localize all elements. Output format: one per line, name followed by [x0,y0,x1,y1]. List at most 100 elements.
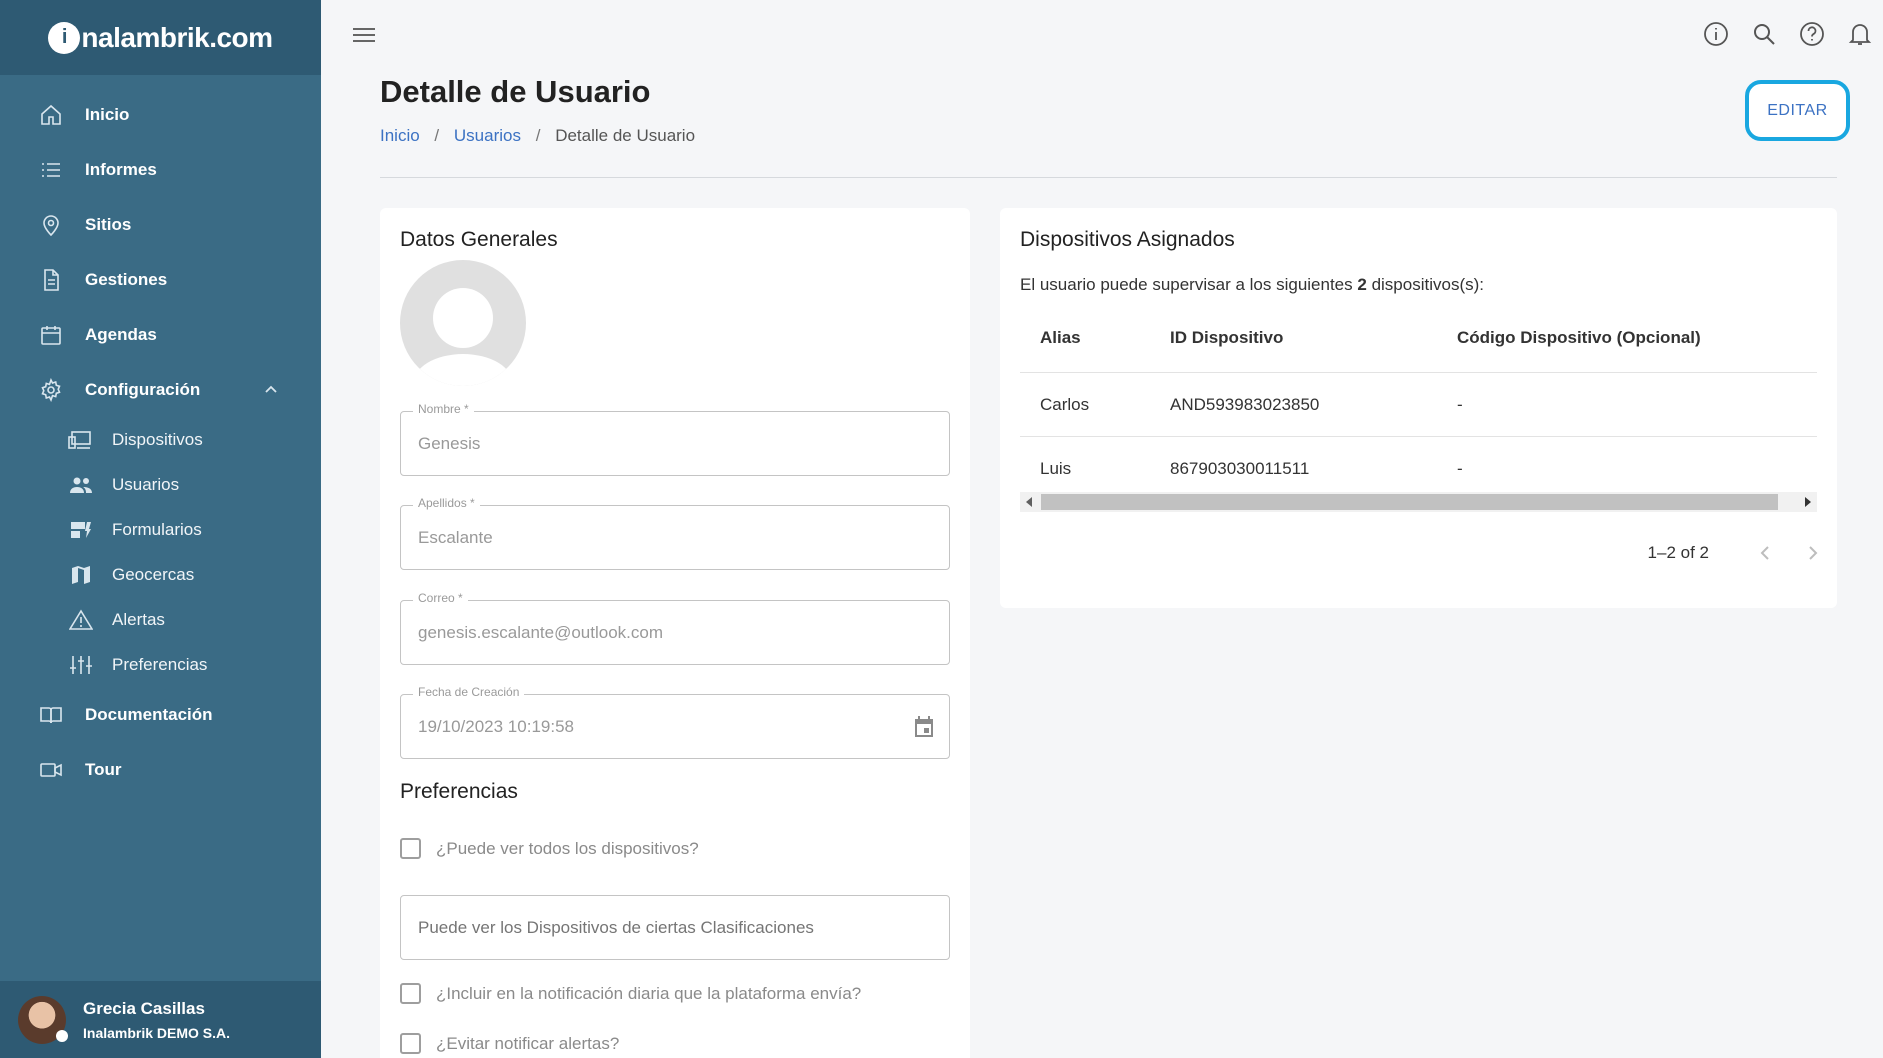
breadcrumb-separator: / [535,126,541,145]
sidebar-subitem-dispositivos[interactable]: Dispositivos [0,417,321,462]
table-row[interactable]: Carlos AND593983023850 - [1020,373,1817,437]
sidebar-subitem-preferencias[interactable]: Preferencias [0,642,321,687]
user-info: Grecia Casillas Inalambrik DEMO S.A. [83,999,230,1041]
fecha-creacion-label: Fecha de Creación [413,685,525,699]
apellidos-input[interactable] [418,528,898,548]
breadcrumb-usuarios[interactable]: Usuarios [454,126,521,145]
general-data-title: Datos Generales [400,228,558,251]
sidebar-item-inicio[interactable]: Inicio [0,87,321,142]
daily-notification-label: ¿Incluir en la notificación diaria que l… [436,983,862,1003]
cell-device-code: - [1457,458,1463,478]
avatar-head [433,288,493,348]
nombre-input[interactable] [418,434,898,454]
page-title: Detalle de Usuario [380,74,651,109]
topbar [321,0,1883,70]
table-header-row: Alias ID Dispositivo Código Dispositivo … [1020,303,1817,373]
logo-mark: i [48,21,81,54]
scrollbar-thumb[interactable] [1041,494,1778,510]
map-icon [68,563,94,587]
classifications-field[interactable] [400,895,950,960]
next-page-button[interactable] [1789,533,1837,573]
sidebar-item-label: Tour [85,759,122,779]
correo-label: Correo * [413,591,468,605]
chevron-right-icon [1809,546,1818,560]
sidebar-subitem-label: Usuarios [112,474,180,494]
sidebar-item-label: Agendas [85,324,157,344]
sidebar-item-label: Informes [85,159,157,179]
sidebar-item-tour[interactable]: Tour [0,742,321,797]
daily-notification-checkbox-row[interactable]: ¿Incluir en la notificación diaria que l… [400,983,861,1004]
breadcrumb-inicio[interactable]: Inicio [380,126,420,145]
calendar-icon [38,322,64,348]
sidebar-subitem-label: Preferencias [112,654,208,674]
horizontal-scrollbar[interactable] [1020,492,1817,512]
assigned-devices-description: El usuario puede supervisar a los siguie… [1020,275,1484,295]
header-divider [380,177,1837,178]
apellidos-field[interactable]: Apellidos * [400,496,950,570]
people-icon [68,473,94,497]
general-data-card: Datos Generales Nombre * Apellidos * Cor… [380,208,970,1058]
column-header-alias[interactable]: Alias [1020,328,1170,348]
document-icon [38,267,64,293]
pagination: 1–2 of 2 [1648,533,1837,573]
dynamic-form-icon [68,518,94,542]
apellidos-label: Apellidos * [413,496,480,510]
hamburger-menu-icon[interactable] [351,22,377,48]
all-devices-label: ¿Puede ver todos los dispositivos? [436,838,699,858]
search-icon[interactable] [1751,20,1777,48]
bell-icon[interactable] [1847,20,1873,48]
sidebar-nav: Inicio Informes Sitios Gestiones Agendas [0,75,321,797]
sidebar-item-configuracion[interactable]: Configuración [0,362,321,417]
info-icon[interactable] [1703,20,1729,48]
device-count: 2 [1357,275,1367,294]
sidebar-subitem-alertas[interactable]: Alertas [0,597,321,642]
edit-button[interactable]: EDITAR [1745,80,1850,141]
description-text: El usuario puede supervisar a los siguie… [1020,275,1358,294]
scroll-right-arrow-icon[interactable] [1805,497,1811,507]
daily-notification-checkbox[interactable] [400,983,421,1004]
avatar [18,995,68,1044]
sidebar-item-label: Gestiones [85,269,168,289]
column-header-id[interactable]: ID Dispositivo [1170,328,1457,348]
prev-page-button[interactable] [1741,533,1789,573]
assigned-devices-title: Dispositivos Asignados [1020,228,1235,251]
all-devices-checkbox[interactable] [400,838,421,859]
logo[interactable]: i nalambrik.com [48,21,273,54]
sidebar-subitem-label: Geocercas [112,564,195,584]
cell-device-id: AND593983023850 [1170,394,1320,414]
classifications-input[interactable] [418,918,898,938]
list-icon [38,157,64,183]
chevron-up-icon[interactable] [263,382,279,398]
sidebar-item-informes[interactable]: Informes [0,142,321,197]
fecha-creacion-field[interactable]: Fecha de Creación [400,685,950,759]
profile-picture [400,260,526,386]
column-header-code[interactable]: Código Dispositivo (Opcional) [1457,328,1817,348]
warning-icon [68,608,94,632]
fecha-creacion-input[interactable] [418,717,898,737]
sidebar-item-sitios[interactable]: Sitios [0,197,321,252]
correo-field[interactable]: Correo * [400,591,950,665]
sidebar-item-label: Sitios [85,214,132,234]
calendar-icon[interactable] [911,714,937,740]
user-profile[interactable]: Grecia Casillas Inalambrik DEMO S.A. [0,981,321,1058]
sliders-icon [68,653,94,677]
correo-input[interactable] [418,623,898,643]
sidebar-item-agendas[interactable]: Agendas [0,307,321,362]
cell-device-id: 867903030011511 [1170,458,1310,478]
sidebar-item-gestiones[interactable]: Gestiones [0,252,321,307]
nombre-field[interactable]: Nombre * [400,402,950,476]
scroll-left-arrow-icon[interactable] [1026,497,1032,507]
video-camera-icon [38,757,64,783]
all-devices-checkbox-row[interactable]: ¿Puede ver todos los dispositivos? [400,838,699,859]
sidebar-subitem-usuarios[interactable]: Usuarios [0,462,321,507]
sidebar-subitem-geocercas[interactable]: Geocercas [0,552,321,597]
sidebar-subitem-formularios[interactable]: Formularios [0,507,321,552]
avoid-alerts-checkbox[interactable] [400,1033,421,1054]
sidebar-item-label: Configuración [85,379,201,399]
sidebar-subitem-label: Dispositivos [112,429,203,449]
help-icon[interactable] [1799,20,1825,48]
breadcrumb: Inicio / Usuarios / Detalle de Usuario [380,126,695,146]
nombre-label: Nombre * [413,402,474,416]
sidebar-item-documentacion[interactable]: Documentación [0,687,321,742]
avoid-alerts-checkbox-row[interactable]: ¿Evitar notificar alertas? [400,1033,619,1054]
